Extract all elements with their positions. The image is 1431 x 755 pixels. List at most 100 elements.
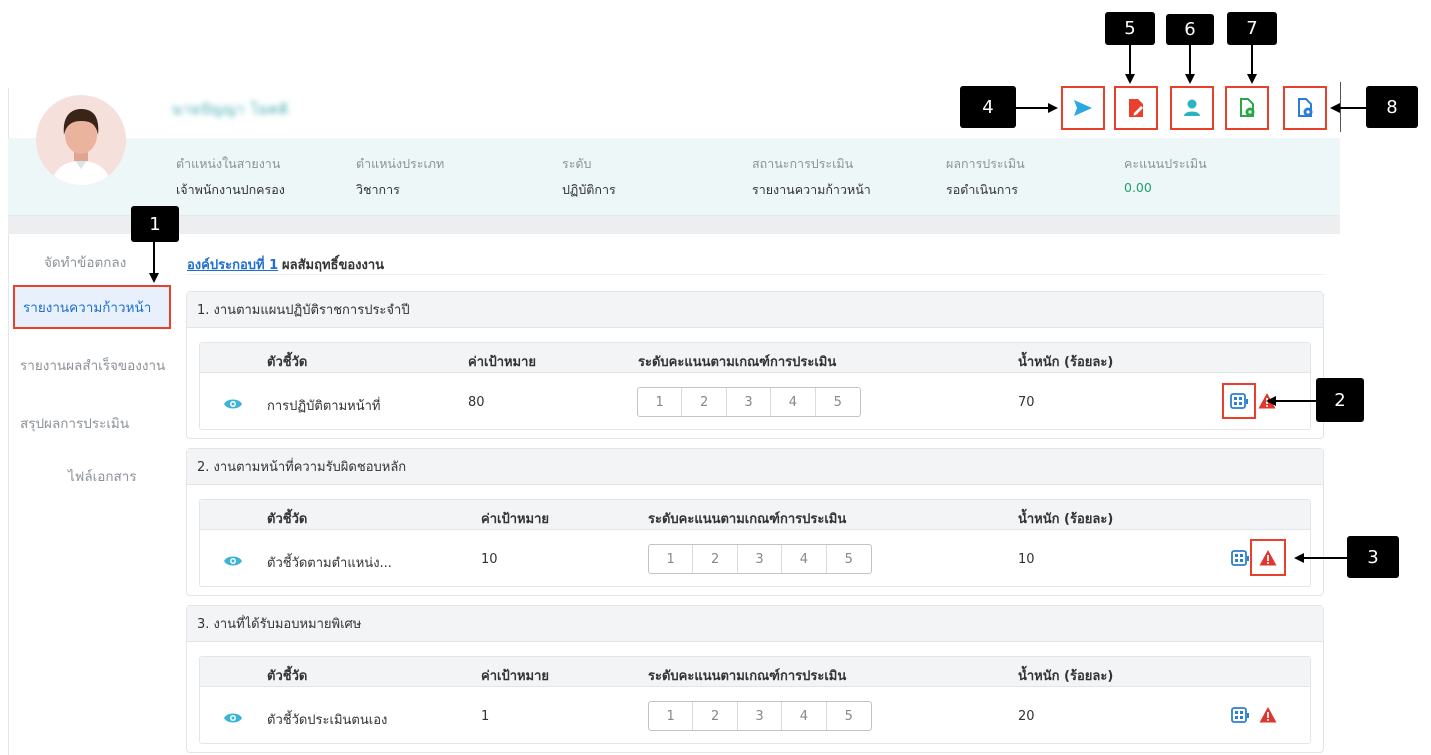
send-icon [1074,100,1092,116]
grid-detail-icon [1230,393,1248,409]
view-document-alt-button[interactable] [1283,86,1327,130]
col-indicator: ตัวชี้วัด [267,355,308,370]
info-evaluation-status: สถานะการประเมิน รายงานความก้าวหน้า [752,154,871,200]
col-weight: น้ำหนัก (ร้อยละ) [1018,512,1114,527]
component-link[interactable]: องค์ประกอบที่ 1 [187,254,278,275]
info-position-type: ตำแหน่งประเภท วิชาการ [356,154,444,200]
info-value: รอดำเนินการ [946,182,1019,197]
scale-option[interactable]: 5 [827,545,871,573]
info-label: ตำแหน่งในสายงาน [176,156,281,171]
callout-4: 4 [960,86,1016,128]
col-target: ค่าเป้าหมาย [481,512,550,527]
section-title: 1. งานตามแผนปฏิบัติราชการประจำปี [187,292,1323,328]
scale-option[interactable]: 3 [738,545,783,573]
user-info-button[interactable] [1170,86,1214,130]
detail-button[interactable] [1230,705,1250,725]
detail-button[interactable] [1230,548,1250,568]
indicator-table: ตัวชี้วัด ค่าเป้าหมาย ระดับคะแนนตามเกณฑ์… [199,656,1311,744]
indicator-table: ตัวชี้วัด ค่าเป้าหมาย ระดับคะแนนตามเกณฑ์… [199,499,1311,587]
callout-8: 8 [1366,86,1418,128]
content-divider [186,274,1326,275]
send-button[interactable] [1061,86,1105,130]
table-header: ตัวชี้วัด ค่าเป้าหมาย ระดับคะแนนตามเกณฑ์… [200,500,1310,530]
warning-button[interactable] [1257,391,1277,411]
col-indicator: ตัวชี้วัด [267,669,308,684]
header-divider [8,216,1340,234]
section-title: 3. งานที่ได้รับมอบหมายพิเศษ [187,606,1323,642]
target-value: 80 [468,395,485,410]
weight-value: 10 [1018,552,1035,567]
callout-2: 2 [1316,378,1364,422]
user-name: นายปัญญา โยคติ [172,102,289,118]
warning-icon [1259,707,1277,723]
info-label: ผลการประเมิน [946,156,1025,171]
info-position-line: ตำแหน่งในสายงาน เจ้าพนักงานปกครอง [176,154,285,200]
scale-option[interactable]: 1 [649,702,694,730]
target-value: 10 [481,552,498,567]
section-title: 2. งานตามหน้าที่ความรับผิดชอบหลัก [187,449,1323,485]
scale-option[interactable]: 5 [816,388,860,416]
section-special-assignment: 3. งานที่ได้รับมอบหมายพิเศษ ตัวชี้วัด ค่… [186,605,1324,753]
col-weight: น้ำหนัก (ร้อยละ) [1018,669,1114,684]
callout-7: 7 [1227,12,1277,45]
info-value: วิชาการ [356,182,400,197]
score-scale[interactable]: 1 2 3 4 5 [637,387,861,417]
info-score-value: 0.00 [1124,180,1152,195]
view-eye-icon[interactable] [223,711,243,725]
sidebar-item-achievement-report[interactable]: รายงานผลสำเร็จของงาน [0,350,170,376]
sidebar-item-progress-report[interactable]: รายงานความก้าวหน้า [13,285,171,329]
scale-option[interactable]: 1 [649,545,694,573]
view-eye-icon[interactable] [223,554,243,568]
scale-option[interactable]: 2 [693,702,738,730]
scale-option[interactable]: 2 [682,388,727,416]
info-value: เจ้าพนักงานปกครอง [176,182,285,197]
col-weight: น้ำหนัก (ร้อยละ) [1018,355,1114,370]
scale-option[interactable]: 3 [738,702,783,730]
col-target: ค่าเป้าหมาย [468,355,537,370]
toolbar-divider [1340,82,1341,132]
score-scale[interactable]: 1 2 3 4 5 [648,544,872,574]
grid-detail-icon [1231,550,1249,566]
warning-button[interactable] [1258,705,1278,725]
section-main-duties: 2. งานตามหน้าที่ความรับผิดชอบหลัก ตัวชี้… [186,448,1324,596]
sidebar-item-agreement[interactable]: จัดทำข้อตกลง [44,251,126,273]
scale-option[interactable]: 5 [827,702,871,730]
scale-option[interactable]: 4 [771,388,816,416]
col-target: ค่าเป้าหมาย [481,669,550,684]
score-scale[interactable]: 1 2 3 4 5 [648,701,872,731]
info-evaluation-result: ผลการประเมิน รอดำเนินการ [946,154,1025,200]
edit-document-button[interactable] [1114,86,1158,130]
weight-value: 70 [1018,395,1035,410]
col-indicator: ตัวชี้วัด [267,512,308,527]
callout-1: 1 [131,206,179,242]
indicator-table: ตัวชี้วัด ค่าเป้าหมาย ระดับคะแนนตามเกณฑ์… [199,342,1311,430]
indicator-name: ตัวชี้วัดตามตำแหน่ง... [267,556,392,571]
info-evaluation-score: คะแนนประเมิน 0.00 [1124,154,1207,195]
view-document-button[interactable] [1225,86,1269,130]
view-eye-icon[interactable] [223,397,243,411]
scale-option[interactable]: 2 [693,545,738,573]
avatar-illustration [50,109,112,185]
warning-icon [1259,550,1277,566]
scale-option[interactable]: 4 [782,545,827,573]
scale-option[interactable]: 3 [727,388,772,416]
callout-6: 6 [1166,14,1214,45]
detail-button[interactable] [1229,391,1249,411]
info-label: สถานะการประเมิน [752,156,854,171]
file-edit-icon [1129,99,1143,117]
warning-icon [1258,393,1276,409]
sidebar-item-documents[interactable]: ไฟล์เอกสาร [68,465,137,487]
sidebar-item-summary[interactable]: สรุปผลการประเมิน [20,412,129,434]
callout-3: 3 [1347,536,1399,578]
callout-5: 5 [1105,12,1155,45]
info-label: ตำแหน่งประเภท [356,156,445,171]
table-header: ตัวชี้วัด ค่าเป้าหมาย ระดับคะแนนตามเกณฑ์… [200,343,1310,373]
target-value: 1 [481,709,490,724]
col-scale: ระดับคะแนนตามเกณฑ์การประเมิน [648,512,847,527]
file-view-icon [1298,98,1313,117]
warning-button[interactable] [1258,548,1278,568]
scale-option[interactable]: 4 [782,702,827,730]
scale-option[interactable]: 1 [638,388,683,416]
user-icon [1184,99,1200,116]
info-level: ระดับ ปฏิบัติการ [562,154,616,200]
